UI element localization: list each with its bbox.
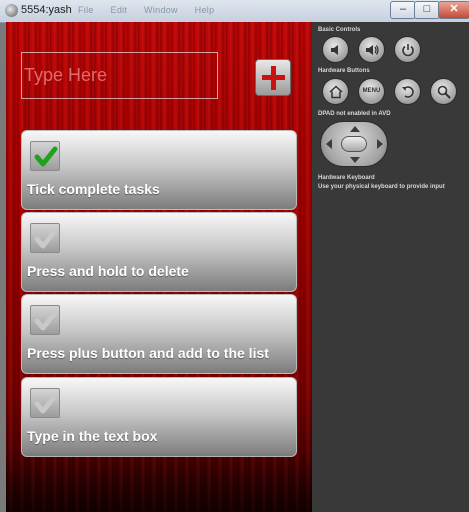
hardware-buttons-title: Hardware Buttons bbox=[318, 68, 370, 74]
add-task-button[interactable] bbox=[255, 59, 291, 96]
dpad-right-icon[interactable] bbox=[377, 139, 383, 149]
maximize-button[interactable]: □ bbox=[414, 1, 440, 19]
home-icon bbox=[329, 85, 343, 99]
volume-down-icon bbox=[331, 45, 338, 55]
task-item[interactable]: Tick complete tasks bbox=[21, 130, 297, 210]
task-item[interactable]: Press plus button and add to the list bbox=[21, 294, 297, 374]
close-button[interactable]: ✕ bbox=[438, 1, 469, 19]
checkmark-icon bbox=[34, 228, 58, 249]
emulator-icon bbox=[5, 4, 18, 17]
task-label: Type in the text box bbox=[27, 428, 158, 444]
dpad-center-button[interactable] bbox=[341, 136, 367, 152]
task-checkbox[interactable] bbox=[30, 388, 60, 418]
hardware-keyboard-title: Hardware Keyboard bbox=[318, 175, 375, 181]
back-button[interactable] bbox=[394, 78, 421, 105]
dpad-left-icon[interactable] bbox=[326, 139, 332, 149]
device-screen: Type Here Tick complete tasks Press and … bbox=[6, 22, 312, 512]
checkmark-icon bbox=[34, 146, 58, 167]
title-bar: 5554:yash File Edit Window Help – □ ✕ bbox=[0, 0, 469, 23]
ghost-menu-item: Help bbox=[194, 5, 215, 15]
emulator-controls-panel: Basic Controls Hardware Buttons MENU DPA… bbox=[312, 22, 469, 512]
basic-controls-title: Basic Controls bbox=[318, 27, 361, 33]
volume-up-button[interactable] bbox=[358, 36, 385, 63]
volume-up-icon bbox=[366, 45, 379, 55]
ghost-menu-item: Window bbox=[144, 5, 178, 15]
task-label: Press plus button and add to the list bbox=[27, 345, 269, 361]
volume-down-button[interactable] bbox=[322, 36, 349, 63]
dpad-up-icon[interactable] bbox=[350, 126, 360, 132]
back-arrow-icon bbox=[402, 86, 414, 98]
task-checkbox[interactable] bbox=[30, 141, 60, 171]
dpad-control[interactable] bbox=[320, 121, 388, 167]
search-button[interactable] bbox=[430, 78, 457, 105]
menu-label: MENU bbox=[362, 88, 381, 94]
hardware-keyboard-note: Use your physical keyboard to provide in… bbox=[318, 184, 445, 190]
dpad-note: DPAD not enabled in AVD bbox=[318, 111, 391, 117]
ghost-menu-item: Edit bbox=[110, 5, 128, 15]
task-checkbox[interactable] bbox=[30, 305, 60, 335]
power-button[interactable] bbox=[394, 36, 421, 63]
checkmark-icon bbox=[34, 393, 58, 414]
window-title: 5554:yash bbox=[21, 4, 72, 16]
power-icon bbox=[402, 44, 414, 57]
task-item[interactable]: Press and hold to delete bbox=[21, 212, 297, 292]
minimize-button[interactable]: – bbox=[390, 1, 416, 19]
task-checkbox[interactable] bbox=[30, 223, 60, 253]
home-button[interactable] bbox=[322, 78, 349, 105]
ghost-menu: File Edit Window Help bbox=[78, 5, 228, 15]
menu-button[interactable]: MENU bbox=[358, 78, 385, 105]
task-label: Press and hold to delete bbox=[27, 263, 189, 279]
task-input[interactable]: Type Here bbox=[21, 52, 218, 99]
checkmark-icon bbox=[34, 310, 58, 331]
dpad-down-icon[interactable] bbox=[350, 157, 360, 163]
search-icon bbox=[437, 85, 451, 99]
ghost-menu-item: File bbox=[78, 5, 94, 15]
task-label: Tick complete tasks bbox=[27, 181, 160, 197]
task-item[interactable]: Type in the text box bbox=[21, 377, 297, 457]
emulator-window: 5554:yash File Edit Window Help – □ ✕ Ty… bbox=[0, 0, 469, 512]
